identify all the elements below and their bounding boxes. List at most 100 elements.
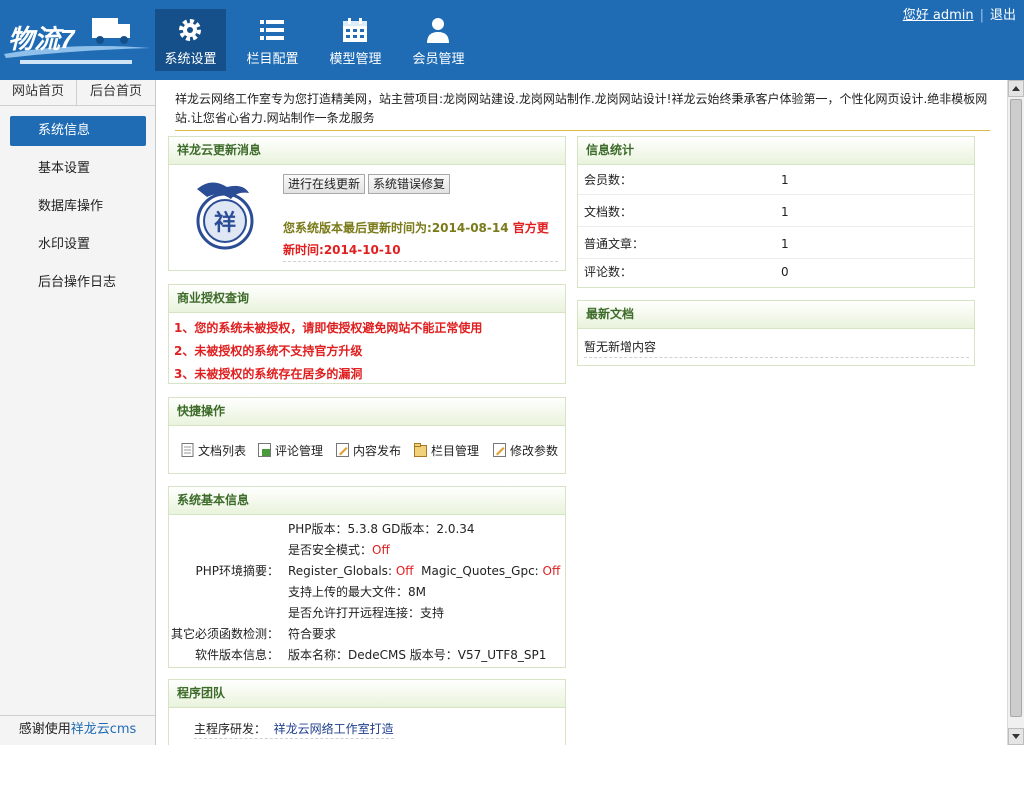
stat-label: 文档数： (584, 205, 633, 219)
stat-label: 普通文章： (584, 237, 645, 251)
dev-value-link[interactable]: 祥龙云网络工作室打造 (274, 722, 394, 736)
panel-title: 最新文档 (578, 301, 974, 329)
stats-panel: 信息统计 会员数： 1 文档数： 1 普通文章： 1 评论数： 0 (577, 136, 975, 288)
register-globals-value: Off (395, 564, 414, 578)
sidebar-tabs: 网站首页 后台首页 (0, 80, 155, 106)
sidebar-item-watermark[interactable]: 水印设置 (10, 230, 146, 260)
gear-icon (179, 19, 201, 41)
tab-site-home[interactable]: 网站首页 (0, 80, 77, 106)
sysinfo-panel: 系统基本信息 PHP版本：5.3.8 GD版本：2.0.34 是否安全模式： Of… (168, 486, 566, 668)
stat-value: 1 (781, 205, 789, 219)
sidebar-item-basic-settings[interactable]: 基本设置 (10, 154, 146, 184)
magic-quotes-value: Off (542, 564, 561, 578)
sidebar-footer: 感谢使用祥龙云cms (0, 715, 155, 745)
panel-title: 程序团队 (169, 680, 565, 708)
last-update-value: 2014-08-14 (431, 221, 509, 235)
update-panel: 祥龙云更新消息 祥 进行在线更新 系统错误修复 您系统版本最后更新时间为:201… (168, 136, 566, 271)
nav-model-manage[interactable]: 模型管理 (320, 9, 391, 71)
footer-brand-link[interactable]: 祥龙云cms (71, 722, 137, 737)
dev-label: 主程序研发： (194, 722, 267, 736)
scroll-thumb[interactable] (1010, 99, 1022, 717)
license-line: 1、您的系统未被授权，请即使授权避免网站不能正常使用 (174, 321, 483, 335)
logo-text: 物流7 (8, 24, 76, 54)
folder-icon (414, 443, 427, 457)
arrow-up-icon (1012, 86, 1020, 91)
env-row: Register_Globals: Off Magic_Quotes_Gpc: … (288, 561, 560, 582)
dragon-logo-icon: 祥 (196, 182, 254, 250)
nav-member-manage[interactable]: 会员管理 (403, 9, 474, 71)
scroll-down-arrow[interactable] (1008, 728, 1024, 745)
max-upload: 支持上传的最大文件：8M (288, 585, 426, 599)
env-label: PHP环境摘要： (195, 564, 280, 578)
stat-row: 会员数： 1 (578, 165, 975, 195)
stat-row: 文档数： 1 (578, 197, 975, 227)
last-update-label: 您系统版本最后更新时间为: (283, 221, 432, 235)
quick-modify-params[interactable]: 修改参数 (493, 442, 558, 460)
func-check-value: 符合要求 (288, 627, 337, 641)
quick-doc-list[interactable]: 文档列表 (181, 442, 246, 460)
sidebar-item-database[interactable]: 数据库操作 (10, 192, 146, 222)
vertical-scrollbar[interactable] (1007, 80, 1024, 745)
quick-label: 文档列表 (198, 444, 247, 458)
software-label: 软件版本信息： (194, 648, 279, 662)
scroll-up-arrow[interactable] (1008, 80, 1024, 97)
quick-column-manage[interactable]: 栏目管理 (414, 442, 479, 460)
stat-value: 0 (781, 265, 789, 279)
logo-graphic: 物流7 (4, 18, 150, 64)
document-icon (181, 443, 194, 457)
nav-label: 模型管理 (329, 52, 382, 67)
sidebar: 网站首页 后台首页 系统信息 基本设置 数据库操作 水印设置 后台操作日志 感谢… (0, 80, 156, 745)
official-update-value: 2014-10-10 (323, 243, 401, 257)
arrow-down-icon (1012, 734, 1020, 739)
sidebar-item-system-info[interactable]: 系统信息 (10, 116, 146, 146)
stat-row: 评论数： 0 (578, 257, 975, 287)
magic-quotes-label: Magic_Quotes_Gpc: (421, 564, 539, 578)
panel-title: 商业授权查询 (169, 285, 565, 313)
register-globals-label: Register_Globals: (288, 564, 392, 578)
tab-admin-home[interactable]: 后台首页 (77, 80, 155, 106)
logout-link[interactable]: 退出 (990, 8, 1016, 23)
edit-params-icon (493, 443, 506, 457)
panel-title: 信息统计 (578, 137, 974, 165)
user-bar: 您好 admin | 退出 (903, 4, 1016, 23)
quick-label: 评论管理 (275, 444, 324, 458)
remote-open: 是否允许打开远程连接：支持 (288, 606, 445, 620)
quick-label: 栏目管理 (431, 444, 480, 458)
main-content: 祥龙云网络工作室专为您打造精美网，站主营项目:龙岗网站建设.龙岗网站制作.龙岗网… (157, 80, 1007, 745)
nav-column-config[interactable]: 栏目配置 (237, 9, 308, 71)
online-update-button[interactable]: 进行在线更新 (283, 174, 366, 194)
license-line: 2、未被授权的系统不支持官方升级 (174, 344, 363, 358)
update-info: 您系统版本最后更新时间为:2014-08-14 官方更新时间:2014-10-1… (283, 217, 558, 262)
user-greeting-link[interactable]: 您好 admin (903, 8, 974, 23)
quick-label: 内容发布 (353, 444, 402, 458)
footer-prefix: 感谢使用 (18, 722, 71, 737)
sidebar-item-admin-log[interactable]: 后台操作日志 (10, 268, 146, 298)
php-version: PHP版本：5.3.8 GD版本：2.0.34 (288, 522, 475, 536)
top-header: 物流7 系统设置 栏目配置 模型管理 会员管理 您好 admin | 退出 (0, 0, 1024, 80)
quick-publish[interactable]: 内容发布 (336, 442, 401, 460)
quick-comment-manage[interactable]: 评论管理 (258, 442, 323, 460)
latest-docs-panel: 最新文档 暂无新增内容 (577, 300, 975, 366)
func-check-label: 其它必须函数检测： (170, 627, 279, 641)
panel-title: 系统基本信息 (169, 487, 565, 515)
calendar-icon (343, 18, 367, 42)
safe-mode-label: 是否安全模式： (288, 543, 373, 557)
latest-empty-text: 暂无新增内容 (584, 337, 969, 358)
nav-label: 栏目配置 (246, 52, 299, 67)
comment-icon (258, 443, 271, 457)
logo[interactable]: 物流7 (0, 8, 152, 70)
stat-value: 1 (781, 173, 789, 187)
user-separator: | (979, 8, 984, 23)
stat-row: 普通文章： 1 (578, 229, 975, 259)
user-icon (427, 18, 449, 43)
list-icon (260, 20, 284, 40)
svg-text:祥: 祥 (214, 210, 236, 236)
panel-title: 祥龙云更新消息 (169, 137, 565, 165)
quick-label: 修改参数 (510, 444, 559, 458)
stat-label: 会员数： (584, 173, 633, 187)
nav-label: 系统设置 (164, 52, 217, 67)
intro-text: 祥龙云网络工作室专为您打造精美网，站主营项目:龙岗网站建设.龙岗网站制作.龙岗网… (175, 90, 990, 131)
panel-title: 快捷操作 (169, 398, 565, 426)
nav-system-settings[interactable]: 系统设置 (155, 9, 226, 71)
system-fix-button[interactable]: 系统错误修复 (368, 174, 451, 194)
